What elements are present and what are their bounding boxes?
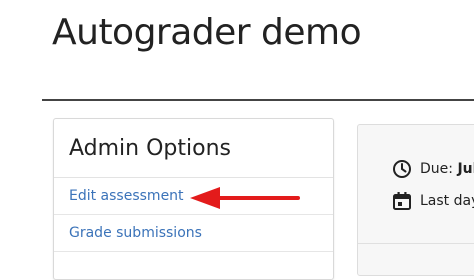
last-day-row: Last day — [392, 191, 474, 211]
grade-submissions-link[interactable]: Grade submissions — [69, 225, 202, 241]
admin-options-header: Admin Options — [54, 119, 333, 178]
title-divider — [42, 99, 474, 101]
admin-options-title: Admin Options — [69, 135, 231, 161]
admin-option-grade-row: Grade submissions — [54, 215, 333, 252]
due-date-row: Due: Jul — [392, 159, 474, 179]
due-value: Jul — [457, 161, 474, 177]
info-card-divider — [358, 243, 474, 244]
page-title: Autograder demo — [52, 12, 362, 53]
assessment-info-card: Due: Jul Last day — [357, 124, 474, 276]
last-day-label: Last day — [420, 193, 474, 209]
due-label: Due: — [420, 161, 453, 177]
left-arrow-icon — [190, 187, 300, 209]
clock-icon — [393, 160, 411, 178]
calendar-icon — [393, 192, 411, 210]
edit-assessment-link[interactable]: Edit assessment — [69, 188, 184, 204]
